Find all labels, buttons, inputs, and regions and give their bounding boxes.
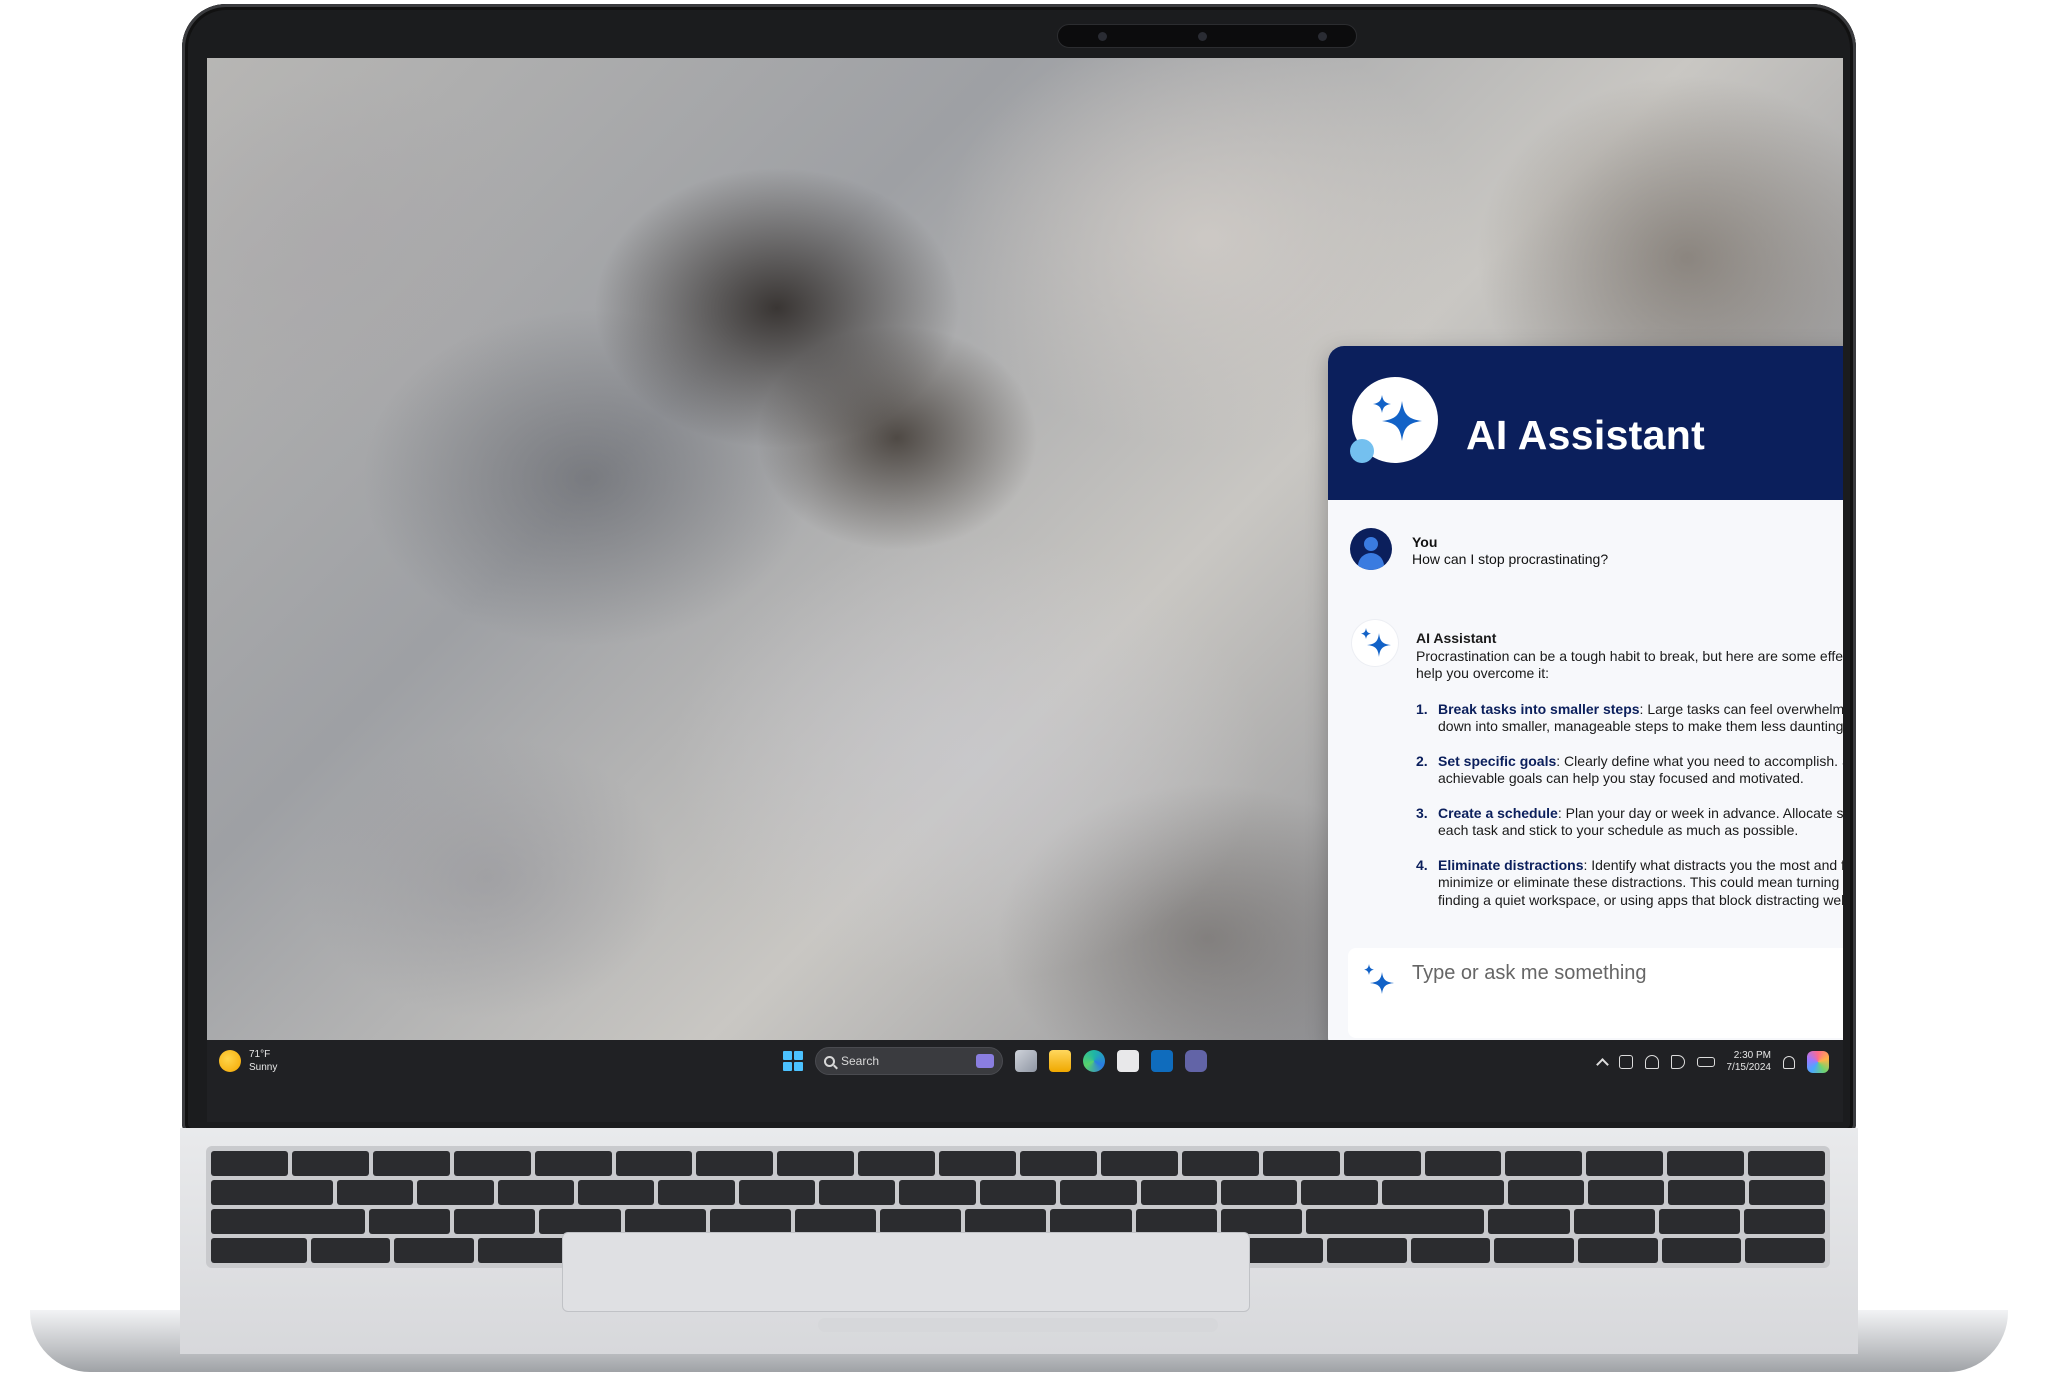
assistant-header: AI Assistant	[1328, 346, 1843, 500]
list-item-number: 2.	[1416, 752, 1428, 769]
task-view-icon[interactable]	[1015, 1050, 1037, 1072]
camera-sensor-icon	[1098, 32, 1107, 41]
tray-app-icon[interactable]	[1618, 1055, 1633, 1069]
weather-widget[interactable]: 71°F Sunny	[219, 1048, 277, 1074]
list-item: 4. Eliminate distractions: Identify what…	[1416, 857, 1843, 910]
weather-temp: 71°F	[249, 1049, 271, 1060]
user-message-author: You	[1412, 534, 1438, 550]
user-message-text: How can I stop procrastinating?	[1412, 551, 1609, 567]
search-highlight-icon	[976, 1054, 994, 1068]
list-item-number: 1.	[1416, 700, 1428, 717]
taskbar-search-label: Search	[841, 1054, 880, 1068]
laptop-base	[30, 1128, 2008, 1388]
list-item-number: 3.	[1416, 804, 1428, 821]
file-explorer-icon[interactable]	[1049, 1050, 1071, 1072]
copilot-icon[interactable]	[1807, 1051, 1829, 1073]
lid-notch	[818, 1318, 1218, 1332]
edge-browser-icon[interactable]	[1083, 1050, 1105, 1072]
chat-input[interactable]	[1412, 956, 1843, 990]
list-item: 2. Set specific goals: Clearly define wh…	[1416, 753, 1843, 788]
touchpad[interactable]	[562, 1232, 1250, 1312]
ai-message-intro: Procrastination can be a tough habit to …	[1416, 647, 1843, 682]
sparkle-icon	[1350, 377, 1438, 463]
bell-icon[interactable]	[1783, 1055, 1795, 1069]
ai-sparkle-icon	[1352, 620, 1398, 666]
keyboard-row	[211, 1209, 1825, 1234]
wifi-icon[interactable]	[1644, 1055, 1659, 1069]
chat-thread: You How can I stop procrastinating? AI A…	[1328, 500, 1843, 930]
user-avatar-icon	[1350, 528, 1392, 570]
ai-message-author: AI Assistant	[1416, 630, 1497, 646]
camera-lens-icon	[1198, 32, 1207, 41]
clock-time: 2:30 PM	[1733, 1050, 1771, 1061]
camera-light-icon	[1318, 32, 1327, 41]
clock-date: 7/15/2024	[1726, 1062, 1772, 1073]
taskbar: 71°F Sunny Search 2:30 PM 7/15/2024	[207, 1040, 1843, 1122]
ai-assistant-window: AI Assistant You How can I stop procrast…	[1328, 346, 1843, 1054]
search-icon	[824, 1055, 835, 1067]
outlook-icon[interactable]	[1151, 1050, 1173, 1072]
battery-icon[interactable]	[1696, 1057, 1715, 1067]
webcam-bar	[1057, 24, 1357, 48]
list-item-term: Set specific goals	[1438, 752, 1557, 769]
strategy-list: 1. Break tasks into smaller steps: Large…	[1416, 701, 1843, 910]
user-message: You How can I stop procrastinating?	[1412, 534, 1843, 568]
laptop-screen: AI Assistant You How can I stop procrast…	[207, 58, 1843, 1122]
taskbar-apps: Search	[783, 1047, 1207, 1075]
volume-icon[interactable]	[1670, 1055, 1685, 1069]
list-item: 1. Break tasks into smaller steps: Large…	[1416, 701, 1843, 736]
system-tray: 2:30 PM 7/15/2024	[1595, 1050, 1829, 1074]
list-item: 3. Create a schedule: Plan your day or w…	[1416, 805, 1843, 840]
store-icon[interactable]	[1117, 1050, 1139, 1072]
sun-icon	[219, 1050, 241, 1072]
chevron-up-icon[interactable]	[1595, 1057, 1609, 1071]
ai-message: AI Assistant Procrastination can be a to…	[1416, 630, 1843, 926]
list-item-term: Eliminate distractions	[1438, 856, 1584, 873]
chat-input-area	[1348, 948, 1843, 1038]
keyboard-row	[211, 1180, 1825, 1205]
weather-condition: Sunny	[249, 1062, 278, 1073]
list-item-term: Break tasks into smaller steps	[1438, 700, 1640, 717]
assistant-title: AI Assistant	[1466, 412, 1706, 458]
input-sparkle-icon	[1364, 964, 1394, 994]
teams-icon[interactable]	[1185, 1050, 1207, 1072]
list-item-term: Create a schedule	[1438, 804, 1558, 821]
taskbar-search[interactable]: Search	[815, 1047, 1003, 1075]
clock[interactable]: 2:30 PM 7/15/2024	[1727, 1050, 1772, 1074]
list-item-number: 4.	[1416, 856, 1428, 873]
keyboard-row	[211, 1151, 1825, 1176]
windows-start-icon[interactable]	[783, 1051, 803, 1071]
